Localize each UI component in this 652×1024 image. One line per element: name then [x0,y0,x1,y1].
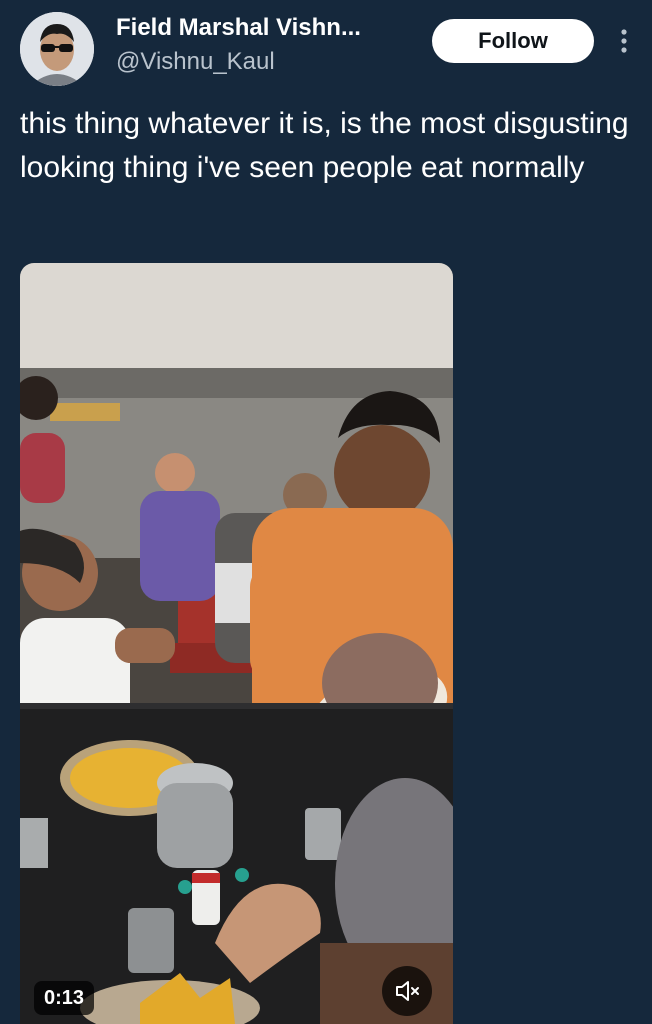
video-frame [20,263,453,1024]
avatar-icon [20,12,94,86]
mute-button[interactable] [382,966,432,1016]
video-player[interactable]: 0:13 [20,263,453,1024]
tweet-text: this thing whatever it is, is the most d… [20,107,629,184]
tweet-header: Field Marshal Vishn... @Vishnu_Kaul Foll… [0,0,652,100]
follow-button[interactable]: Follow [432,19,594,63]
more-vertical-icon [621,29,627,53]
volume-muted-icon [396,981,419,1001]
more-options-button[interactable] [612,26,636,58]
avatar[interactable] [20,12,94,86]
author-handle[interactable]: @Vishnu_Kaul [116,48,275,76]
author-display-name[interactable]: Field Marshal Vishn... [116,14,361,42]
video-timestamp: 0:13 [34,981,94,1015]
